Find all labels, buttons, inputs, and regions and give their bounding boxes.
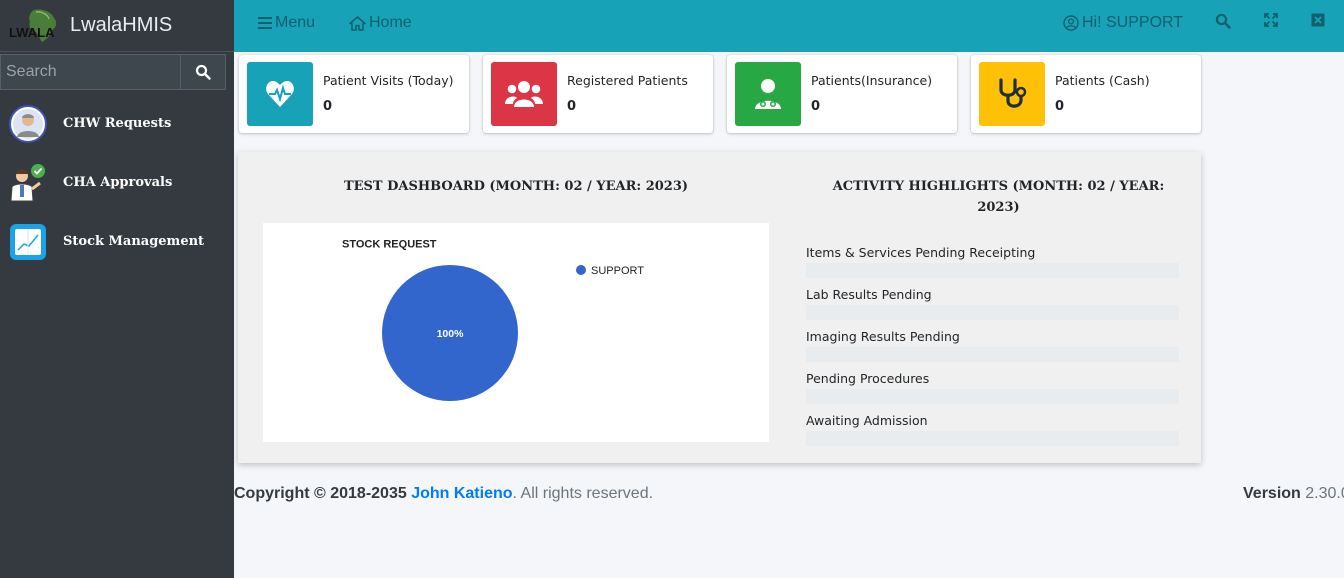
highlight-label: Imaging Results Pending	[806, 329, 960, 344]
highlight-label: Lab Results Pending	[806, 287, 932, 302]
home-link[interactable]: Home	[349, 14, 412, 32]
user-circle-icon	[1063, 15, 1079, 31]
info-box-value: 0	[1055, 99, 1065, 114]
legend-marker	[576, 265, 586, 275]
activity-title-line2: 2023)	[977, 200, 1020, 215]
top-navbar: Menu Home Hi! SUPPORT	[234, 0, 1344, 52]
sidebar-search	[0, 54, 226, 90]
version-text: Version 2.30.0	[1243, 485, 1344, 503]
highlight-progress-bar	[806, 389, 1179, 404]
stock-request-chart: STOCK REQUEST 100% SUPPORT	[263, 223, 769, 442]
version-value: 2.30.0	[1305, 485, 1344, 502]
hamburger-icon	[258, 17, 272, 29]
sidebar-item-label: CHA Approvals	[63, 175, 173, 190]
sidebar-item-chw-requests[interactable]: CHW Requests	[0, 94, 234, 153]
heartbeat-icon	[247, 62, 313, 126]
footer: Copyright © 2018-2035 John Katieno. All …	[234, 482, 1344, 578]
stock-chart-icon	[8, 222, 48, 262]
activity-title-line1: ACTIVITY HIGHLIGHTS (MONTH: 02 / YEAR:	[832, 179, 1165, 194]
users-icon	[491, 62, 557, 126]
close-square-icon	[1311, 13, 1325, 27]
user-menu-button[interactable]: Hi! SUPPORT	[1063, 14, 1183, 32]
highlight-progress-bar	[806, 347, 1179, 362]
info-box-value: 0	[567, 99, 577, 114]
brand-link[interactable]: LWALA LwalaHMIS	[0, 0, 234, 52]
pie-data-label: 100%	[437, 328, 465, 340]
dashboard-card: TEST DASHBOARD (MONTH: 02 / YEAR: 2023) …	[238, 152, 1201, 463]
info-box-patient-visits[interactable]: Patient Visits (Today) 0	[239, 55, 469, 133]
info-box-value: 0	[811, 99, 821, 114]
home-icon	[349, 15, 366, 31]
menu-toggle-button[interactable]: Menu	[258, 14, 315, 32]
info-box-registered-patients[interactable]: Registered Patients 0	[483, 55, 713, 133]
sidebar-nav: CHW Requests CHA Approvals Stock Managem…	[0, 94, 234, 271]
legend-label[interactable]: SUPPORT	[591, 265, 644, 277]
info-box-value: 0	[323, 99, 333, 114]
highlight-label: Awaiting Admission	[806, 413, 928, 428]
user-doctor-icon	[735, 62, 801, 126]
info-box-label: Registered Patients	[567, 73, 688, 88]
stethoscope-icon	[979, 62, 1045, 126]
navbar-search-button[interactable]	[1215, 13, 1231, 29]
sidebar-item-stock-management[interactable]: Stock Management	[0, 212, 234, 271]
copyright-prefix: Copyright © 2018-2035	[234, 485, 412, 502]
info-box-label: Patients(Insurance)	[811, 73, 933, 88]
highlight-progress-bar	[806, 263, 1179, 278]
info-box-patients-cash[interactable]: Patients (Cash) 0	[971, 55, 1201, 133]
dashboard-title: TEST DASHBOARD (MONTH: 02 / YEAR: 2023)	[343, 179, 689, 194]
rights-text: . All rights reserved.	[512, 485, 654, 502]
chart-title: STOCK REQUEST	[342, 239, 437, 251]
doctor-approval-icon	[8, 163, 48, 203]
home-label: Home	[369, 14, 412, 31]
info-box-label: Patients (Cash)	[1055, 73, 1150, 88]
expand-arrows-icon	[1264, 13, 1278, 27]
sidebar-item-label: CHW Requests	[63, 116, 172, 131]
menu-label: Menu	[275, 14, 316, 31]
highlight-label: Items & Services Pending Receipting	[806, 245, 1036, 260]
lwala-logo: LWALA	[8, 6, 62, 46]
highlight-label: Pending Procedures	[806, 371, 930, 386]
version-label: Version	[1243, 485, 1301, 502]
sidebar-item-label: Stock Management	[63, 234, 205, 249]
copyright-text: Copyright © 2018-2035 John Katieno. All …	[234, 485, 653, 503]
highlight-progress-bar	[806, 305, 1179, 320]
chw-person-icon	[8, 104, 48, 144]
highlight-progress-bar	[806, 431, 1179, 446]
info-box-patients-insurance[interactable]: Patients(Insurance) 0	[727, 55, 957, 133]
search-icon	[1215, 13, 1231, 29]
fullscreen-button[interactable]	[1264, 13, 1278, 27]
info-box-label: Patient Visits (Today)	[323, 73, 454, 88]
author-link[interactable]: John Katieno	[411, 485, 512, 502]
user-greeting: Hi! SUPPORT	[1082, 14, 1184, 31]
brand-text: LwalaHMIS	[70, 14, 173, 36]
search-input[interactable]	[0, 54, 180, 90]
svg-text:LWALA: LWALA	[9, 25, 55, 40]
close-window-button[interactable]	[1311, 13, 1325, 27]
search-button[interactable]	[180, 54, 226, 90]
sidebar-item-cha-approvals[interactable]: CHA Approvals	[0, 153, 234, 212]
activity-highlights-title: ACTIVITY HIGHLIGHTS (MONTH: 02 / YEAR: 2…	[818, 176, 1179, 218]
sidebar: LWALA LwalaHMIS CHW Reque	[0, 0, 234, 578]
pie-chart-svg: STOCK REQUEST 100% SUPPORT	[342, 239, 644, 401]
search-icon	[195, 64, 211, 80]
